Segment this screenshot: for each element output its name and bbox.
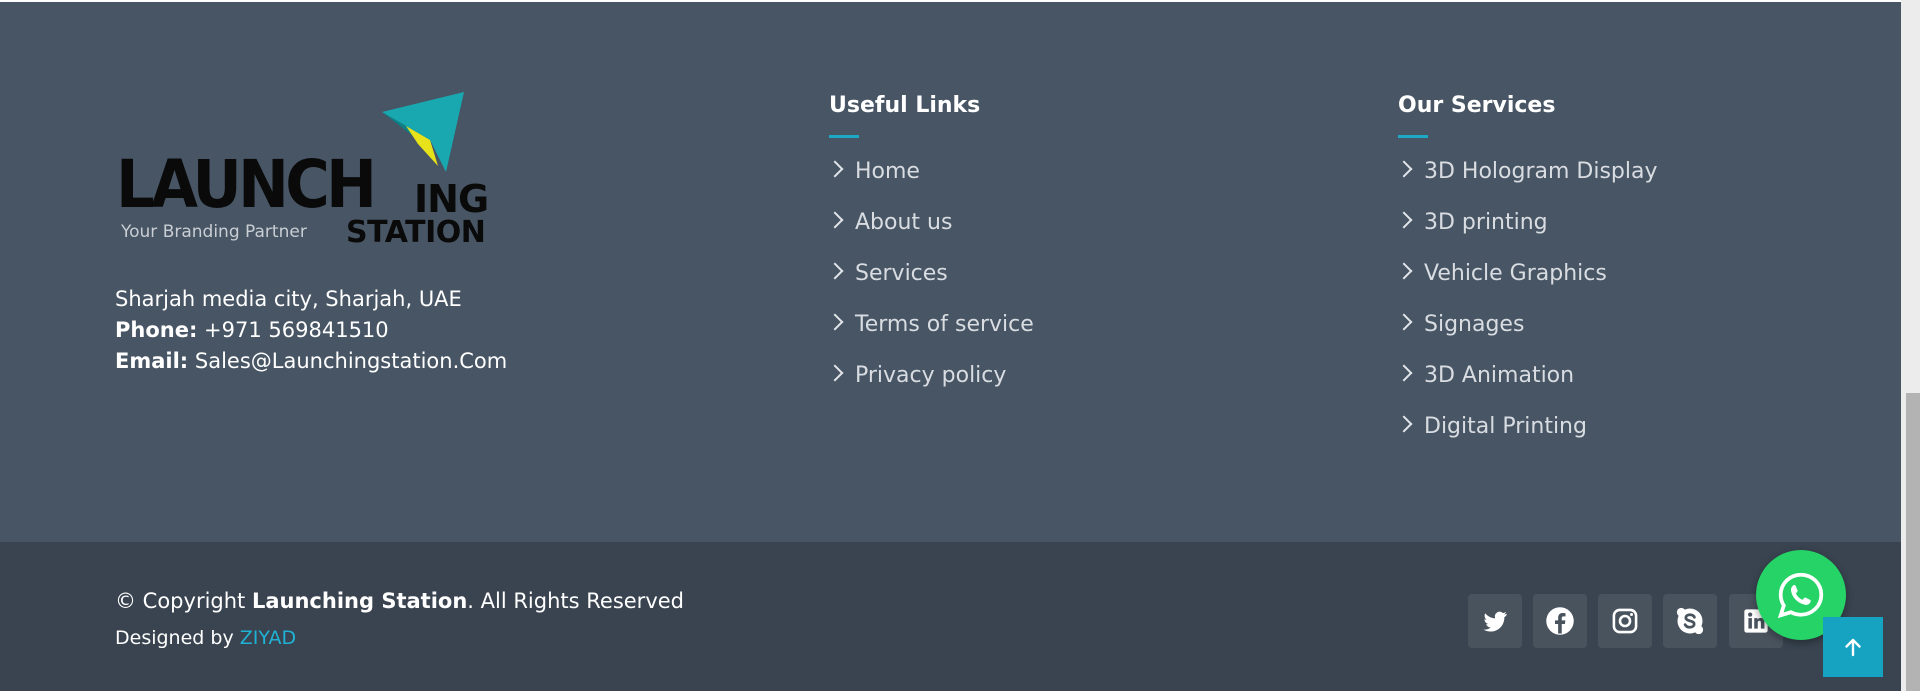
back-to-top-button[interactable] (1823, 617, 1883, 677)
paper-plane-logo-icon (382, 92, 464, 172)
phone-number: +971 569841510 (204, 318, 389, 342)
link-services[interactable]: Services (826, 263, 948, 285)
instagram-button[interactable] (1598, 594, 1652, 648)
service-digital-printing[interactable]: Digital Printing (1395, 416, 1587, 438)
email-label: Email: (115, 349, 189, 373)
logo-wordmark: LAUNCH (116, 146, 377, 223)
link-home[interactable]: Home (826, 161, 920, 183)
logo-ing: ING (414, 177, 489, 221)
scrollbar-thumb[interactable] (1906, 393, 1920, 691)
facebook-button[interactable] (1533, 594, 1587, 648)
our-services-title: Our Services (1398, 93, 1556, 118)
company-name: Launching Station (251, 589, 468, 613)
contact-block: Sharjah media city, Sharjah, UAE Phone: … (115, 284, 507, 377)
brand-logo[interactable]: LAUNCH ING STATION Your Branding Partner (114, 90, 489, 252)
arrow-up-icon (1845, 638, 1861, 657)
whatsapp-icon (1777, 572, 1824, 619)
service-3d-animation[interactable]: 3D Animation (1395, 365, 1574, 387)
email-address: Sales@Launchingstation.Com (194, 349, 508, 373)
useful-links-title: Useful Links (829, 93, 981, 118)
logo-station: STATION (346, 215, 486, 250)
our-services-underline (1398, 135, 1428, 138)
logo-tagline: Your Branding Partner (121, 222, 307, 242)
service-3d-hologram-display[interactable]: 3D Hologram Display (1395, 161, 1658, 183)
email-line: Email: Sales@Launchingstation.Com (115, 346, 507, 377)
footer-top-section (0, 2, 1901, 542)
skype-button[interactable] (1663, 594, 1717, 648)
service-vehicle-graphics[interactable]: Vehicle Graphics (1395, 263, 1607, 285)
phone-label: Phone: (115, 318, 198, 342)
useful-links-underline (829, 135, 859, 138)
service-3d-printing[interactable]: 3D printing (1395, 212, 1548, 234)
facebook-icon (1546, 607, 1574, 635)
service-signages[interactable]: Signages (1395, 314, 1524, 336)
instagram-icon (1612, 608, 1638, 634)
link-about-us[interactable]: About us (826, 212, 952, 234)
designed-by-text: Designed by ZIYAD (115, 627, 297, 649)
designer-link[interactable]: ZIYAD (240, 627, 296, 649)
twitter-button[interactable] (1468, 594, 1522, 648)
link-terms-of-service[interactable]: Terms of service (826, 314, 1034, 336)
phone-line: Phone: +971 569841510 (115, 315, 507, 346)
twitter-icon (1483, 611, 1507, 632)
link-privacy-policy[interactable]: Privacy policy (826, 365, 1006, 387)
address-text: Sharjah media city, Sharjah, UAE (115, 287, 462, 311)
copyright-text: © Copyright Launching Station. All Right… (115, 589, 684, 613)
skype-icon (1676, 607, 1704, 635)
